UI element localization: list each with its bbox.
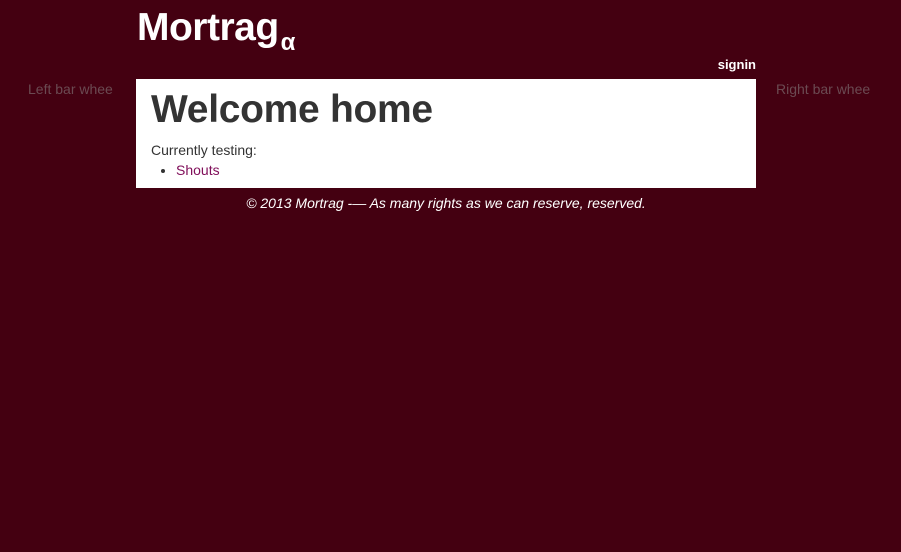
logo-text: Mortrag xyxy=(137,6,279,49)
main-content: Welcome home Currently testing: Shouts xyxy=(136,79,756,188)
testing-list: Shouts xyxy=(151,162,741,179)
testing-label: Currently testing: xyxy=(151,142,257,158)
logo-suffix: α xyxy=(280,29,296,56)
right-sidebar: Right bar whee xyxy=(776,81,871,97)
shouts-link[interactable]: Shouts xyxy=(176,162,220,178)
site-logo[interactable]: Mortragα xyxy=(137,6,296,56)
page: Mortragα signin Left bar whee Welcome ho… xyxy=(0,0,901,552)
list-item: Shouts xyxy=(176,162,741,179)
left-sidebar: Left bar whee xyxy=(28,81,113,97)
signin-link[interactable]: signin xyxy=(718,57,756,73)
footer-copyright: © 2013 Mortrag -— As many rights as we c… xyxy=(246,195,646,211)
page-title: Welcome home xyxy=(151,88,433,131)
